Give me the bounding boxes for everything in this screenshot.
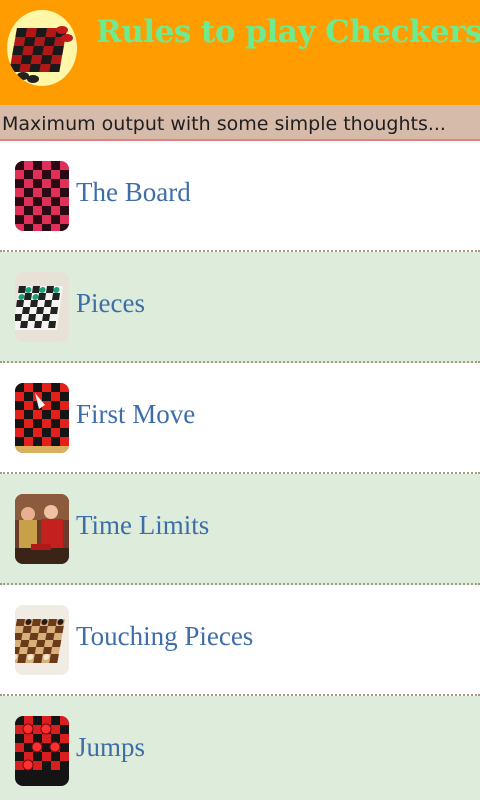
- list-item-label: Jumps: [76, 732, 146, 762]
- red-checkerboard-thumbnail-icon: [15, 383, 69, 453]
- list-item-pieces[interactable]: Pieces: [0, 252, 480, 363]
- list-item-label: Pieces: [76, 288, 145, 318]
- wooden-checkers-thumbnail-icon: [15, 605, 69, 675]
- checkerboard-logo-icon: [7, 10, 77, 86]
- players-photo-thumbnail-icon: [15, 494, 69, 564]
- rules-list: The Board Pieces First Move Time Limits …: [0, 141, 480, 800]
- list-item-label: The Board: [76, 177, 191, 207]
- app-screen: Rules to play Checkers Maximum output wi…: [0, 0, 480, 800]
- red-pieces-thumbnail-icon: [15, 716, 69, 786]
- list-item-label: First Move: [76, 399, 196, 429]
- app-title: Rules to play Checkers: [96, 14, 480, 50]
- checkers-pieces-thumbnail-icon: [15, 272, 69, 342]
- list-item-label: Touching Pieces: [76, 621, 254, 651]
- list-item-jumps[interactable]: Jumps: [0, 696, 480, 800]
- list-item-the-board[interactable]: The Board: [0, 141, 480, 252]
- app-header: Rules to play Checkers: [0, 0, 480, 105]
- list-item-label: Time Limits: [76, 510, 210, 540]
- list-item-time-limits[interactable]: Time Limits: [0, 474, 480, 585]
- list-item-first-move[interactable]: First Move: [0, 363, 480, 474]
- checkerboard-thumbnail-icon: [15, 161, 69, 231]
- list-item-touching-pieces[interactable]: Touching Pieces: [0, 585, 480, 696]
- tagline-text: Maximum output with some simple thoughts…: [2, 113, 446, 135]
- tagline-bar: Maximum output with some simple thoughts…: [0, 105, 480, 141]
